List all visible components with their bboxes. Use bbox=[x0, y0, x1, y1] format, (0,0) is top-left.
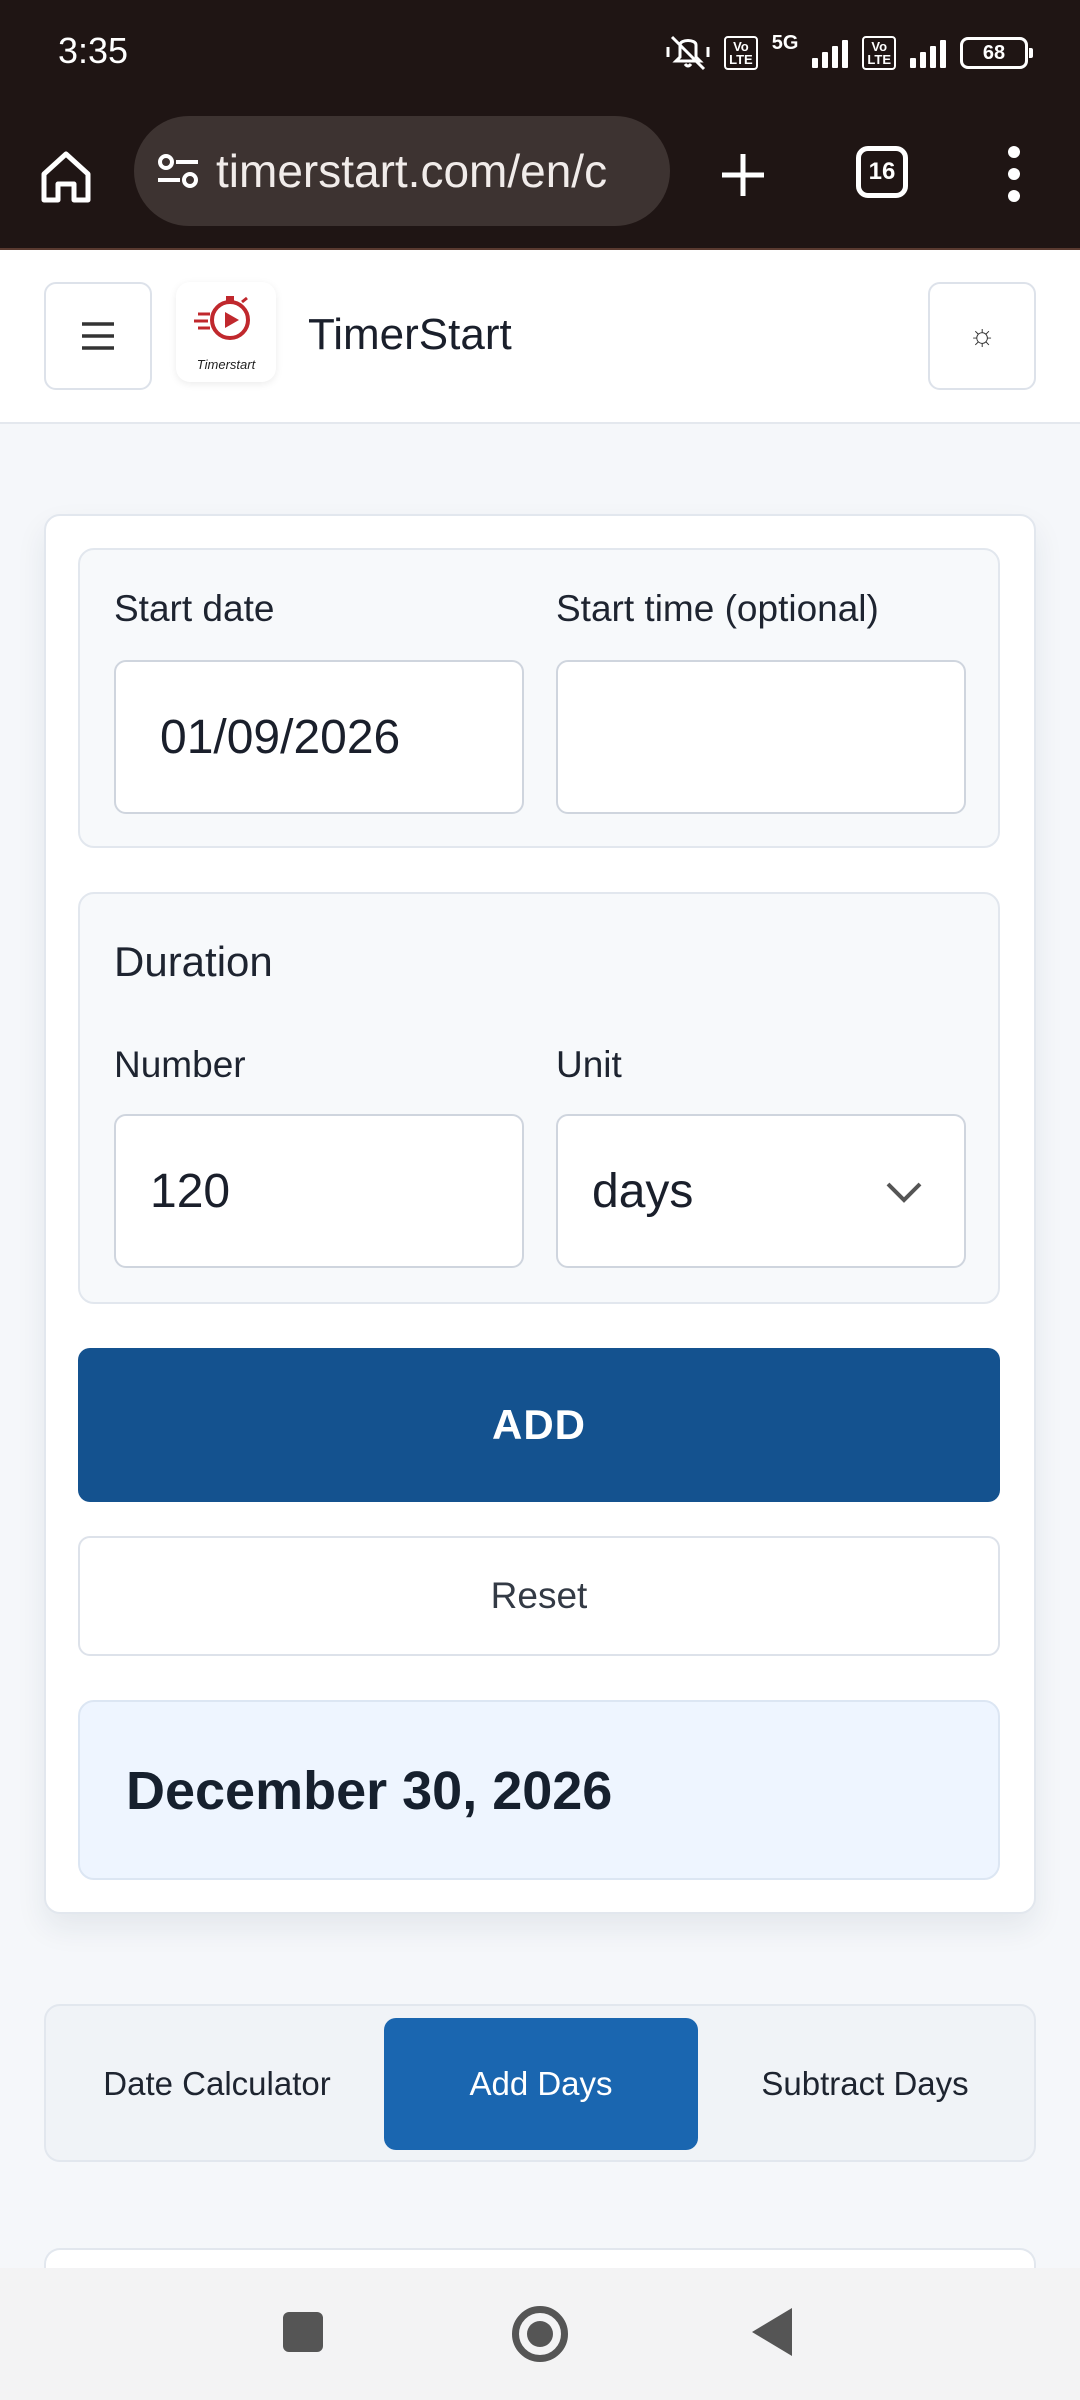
home-icon[interactable] bbox=[38, 146, 94, 206]
tab-subtract-days[interactable]: Subtract Days bbox=[706, 2018, 1024, 2150]
battery-level: 68 bbox=[982, 41, 1006, 64]
start-time-label: Start time (optional) bbox=[556, 588, 879, 629]
unit-label: Unit bbox=[556, 1044, 622, 1085]
unit-value: days bbox=[592, 1164, 694, 1218]
status-bar: 3:35 Vo LTE 5G Vo LTE 68 bbox=[0, 0, 1080, 110]
overflow-menu-icon[interactable] bbox=[1004, 144, 1024, 204]
menu-button[interactable] bbox=[44, 282, 152, 390]
number-input[interactable]: 120 bbox=[114, 1114, 524, 1268]
address-bar[interactable]: timerstart.com/en/c bbox=[134, 116, 670, 226]
hamburger-icon bbox=[82, 322, 114, 350]
network-type: 5G bbox=[771, 31, 799, 54]
sun-icon: ☼ bbox=[968, 319, 996, 352]
result-date: December 30, 2026 bbox=[126, 1761, 613, 1821]
volte-icon-2: Vo LTE bbox=[862, 36, 896, 70]
result-box: December 30, 2026 bbox=[78, 1700, 1000, 1880]
url-text[interactable]: timerstart.com/en/c bbox=[216, 144, 607, 198]
volte-icon: Vo LTE bbox=[724, 36, 758, 70]
tab-switcher-button[interactable]: 16 bbox=[856, 146, 908, 198]
tab-date-calculator[interactable]: Date Calculator bbox=[58, 2018, 376, 2150]
start-date-value: 01/09/2026 bbox=[160, 710, 401, 764]
vibrate-mute-icon bbox=[666, 35, 710, 71]
tab-add-days[interactable]: Add Days bbox=[384, 2018, 698, 2150]
theme-toggle-button[interactable]: ☼ bbox=[928, 282, 1036, 390]
start-time-input[interactable] bbox=[556, 660, 966, 814]
start-date-label: Start date bbox=[114, 588, 275, 629]
reset-button[interactable]: Reset bbox=[78, 1536, 1000, 1656]
battery-icon: 68 bbox=[960, 37, 1033, 69]
site-header: Timerstart TimerStart ☼ bbox=[0, 250, 1080, 424]
home-nav-icon[interactable] bbox=[512, 2306, 568, 2362]
unit-select[interactable]: days bbox=[556, 1114, 966, 1268]
back-icon[interactable] bbox=[752, 2308, 792, 2356]
system-nav-bar bbox=[0, 2268, 1080, 2400]
site-logo[interactable]: Timerstart bbox=[176, 282, 276, 382]
tab-count: 16 bbox=[868, 158, 896, 185]
site-settings-icon[interactable] bbox=[154, 151, 202, 191]
calculator-tabs: Date Calculator Add Days Subtract Days bbox=[44, 2004, 1036, 2162]
duration-heading: Duration bbox=[114, 938, 273, 985]
chevron-down-icon bbox=[886, 1182, 922, 1203]
site-brand[interactable]: TimerStart bbox=[308, 310, 512, 360]
status-icons: Vo LTE 5G Vo LTE 68 bbox=[666, 30, 1033, 76]
logo-text: Timerstart bbox=[196, 357, 256, 372]
number-label: Number bbox=[114, 1044, 246, 1085]
recents-icon[interactable] bbox=[283, 2312, 323, 2352]
new-tab-icon[interactable] bbox=[718, 150, 768, 200]
signal-icon bbox=[812, 38, 849, 68]
status-time: 3:35 bbox=[58, 30, 129, 71]
browser-toolbar: timerstart.com/en/c 16 bbox=[0, 110, 1080, 250]
stopwatch-logo-icon bbox=[194, 296, 250, 340]
add-button[interactable]: ADD bbox=[78, 1348, 1000, 1502]
signal-icon-2 bbox=[910, 38, 946, 68]
number-value: 120 bbox=[150, 1164, 231, 1218]
start-date-input[interactable]: 01/09/2026 bbox=[114, 660, 524, 814]
